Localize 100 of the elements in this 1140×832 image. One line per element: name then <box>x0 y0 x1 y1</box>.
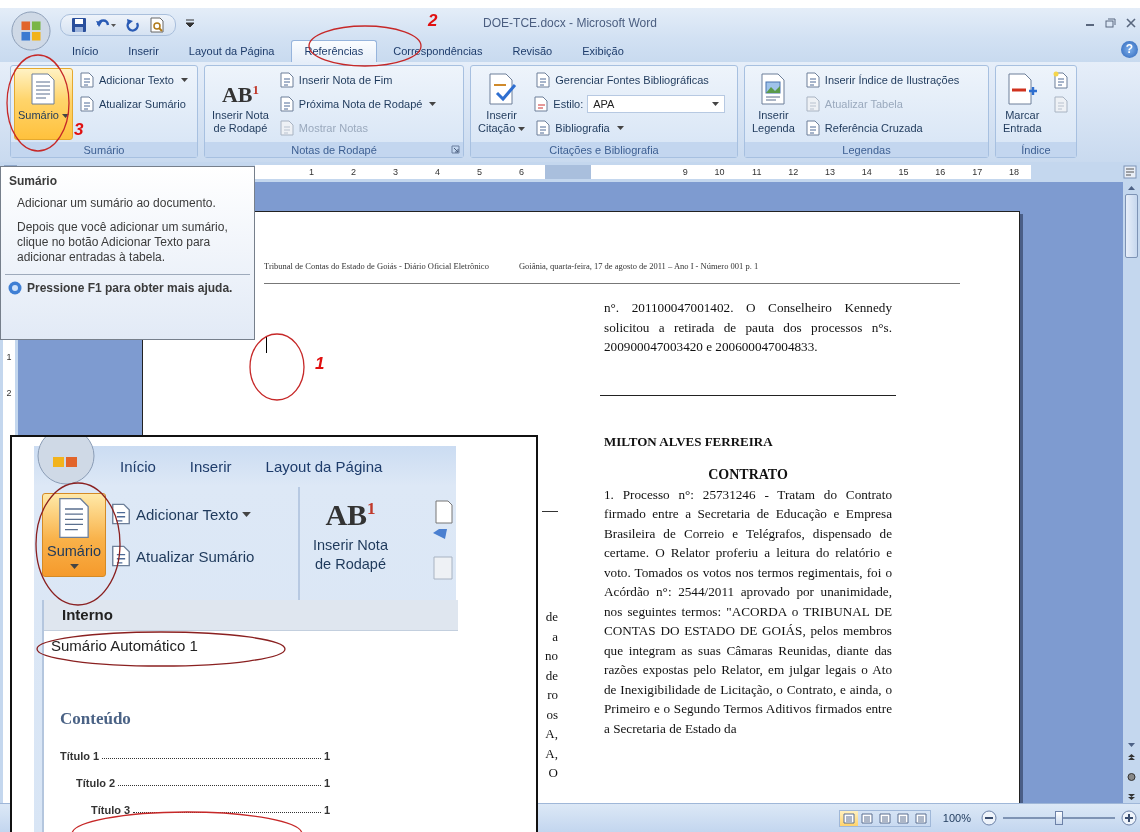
document-icon <box>110 545 132 567</box>
ribbon-tab[interactable]: Início <box>114 458 162 475</box>
group-label: Índice <box>1021 143 1051 156</box>
document-lines-icon <box>56 497 92 539</box>
document-minus-icon <box>1006 73 1039 105</box>
annotation-ellipse <box>249 333 305 401</box>
zoom-slider[interactable] <box>1003 811 1115 825</box>
annotation-number: 3 <box>74 120 84 140</box>
document-icon <box>533 96 550 112</box>
group-label: Sumário <box>83 143 125 156</box>
ribbon-button[interactable]: Referência Cruzada <box>802 120 962 136</box>
redo-icon[interactable] <box>125 17 141 33</box>
help-icon <box>8 281 22 295</box>
ribbon-button[interactable]: Adicionar Texto <box>110 503 255 525</box>
group-label: Citações e Bibliografia <box>549 143 659 156</box>
text-fragment: A, <box>544 725 558 743</box>
document-icon <box>278 72 295 88</box>
ribbon-button[interactable]: Inserir Índice de Ilustrações <box>802 72 962 88</box>
annotation-number: 1 <box>315 354 325 374</box>
ribbon-button[interactable]: Atualizar Sumário <box>110 545 255 567</box>
horizontal-ruler: 1 2 3 4 5 6 9 10 11 12 13 14 15 16 17 18 <box>255 165 1031 179</box>
section-title: CONTRATO <box>707 466 789 484</box>
caret-icon <box>712 102 720 106</box>
ribbon-button[interactable]: Bibliografia <box>533 120 726 136</box>
document-icon <box>278 96 295 112</box>
field-label: Estilo: <box>553 98 584 110</box>
tooltip-text: Adicionar um sumário ao documento. <box>17 196 217 211</box>
ribbon-button[interactable]: Inserir Legenda <box>748 68 799 140</box>
text-fragment: no <box>544 647 558 665</box>
ribbon-button[interactable]: Sumário <box>42 493 106 577</box>
document-icon <box>804 96 821 112</box>
ribbon-button[interactable]: AB$^{1}$ Inserir Nota de Rodapé <box>308 493 393 577</box>
ribbon-button[interactable]: Inserir Nota de Fim <box>276 72 439 88</box>
save-icon[interactable] <box>71 17 87 33</box>
style-dropdown[interactable]: APA <box>587 95 726 113</box>
paragraph: 1. Processo n°: 25731246 - Tratam do Contrato firmado entre a Secretaria de Educação e Empresa Brasileira de Correio e Telégrafos, dispensado de certame. O Relator proferiu a leitura do relatório e voto. Tomados os votos nos termos regimentais, foi o Acórdão n°: 2544/2011 aprovado por unanimidade, nos seguintes termos: "ACORDA o TRIBUNAL DE CONTAS DO ESTADO DE GOIÁS, pelos membros que integram as suas Câmaras Reunidas, diante das razões expostas pelo Relator, em julgar legais o Ato de Inexigibilidade de Licitação, o Contrato, e ainda, o Primeiro e o Segundo Termos Aditivos firmados entre a Secretaria de Estado da <box>604 485 892 738</box>
document-picture-icon <box>759 73 788 105</box>
ribbon-button[interactable]: Inserir Citação <box>474 68 530 140</box>
close-icon[interactable] <box>1126 18 1136 28</box>
zoom-out-icon[interactable] <box>981 810 997 826</box>
scroll-thumb[interactable] <box>1125 194 1138 258</box>
ribbon-tab[interactable]: Início <box>58 40 113 62</box>
text-fragment: A, <box>544 744 558 763</box>
document-icon <box>804 120 821 136</box>
page-header-text: Goiânia, quarta-feira, 17 de agosto de 2011 – Ano I - Número 001 p. 1 <box>518 261 759 271</box>
ribbon-button[interactable]: Marcar Entrada <box>999 68 1046 140</box>
document-icon <box>535 72 552 88</box>
document-icon <box>535 120 552 136</box>
ribbon-tab[interactable]: Inserir <box>183 458 238 475</box>
dialog-launcher-icon[interactable] <box>451 145 460 154</box>
page-header-text: Tribunal de Contas do Estado de Goiás - Diário Oficial Eletrônico <box>264 261 489 271</box>
group-label: Legendas <box>842 143 891 156</box>
text-fragment: ro <box>546 686 558 704</box>
text-fragment: O <box>547 764 558 782</box>
text-fragment: os <box>545 705 558 724</box>
toc-entry: Título 1 1 <box>60 749 330 762</box>
paragraph: n°. 201100047001402. O Conselheiro Kennedy solicitou a retirada de pauta dos processos n°s. 200900047003420 e 200600047004833. <box>604 299 892 356</box>
ribbon-tab[interactable]: Revisão <box>498 40 567 62</box>
ribbon-tab[interactable]: Layout da Página <box>174 40 289 62</box>
document-icon <box>804 72 821 88</box>
ribbon-tab[interactable]: Exibição <box>568 40 638 62</box>
group-label: Notas de Rodapé <box>291 143 377 156</box>
gallery-item[interactable]: Sumário Automático 1 <box>44 631 458 665</box>
ribbon-button[interactable]: AB$^{1}$ Inserir Nota de Rodapé <box>208 68 273 140</box>
view-button[interactable] <box>839 810 858 826</box>
text-fragment: de <box>544 666 558 685</box>
preview-heading: Conteúdo <box>60 709 132 729</box>
ribbon-button[interactable]: Atualizar Sumário <box>76 96 190 112</box>
zoom-level-text[interactable]: 100% <box>942 812 971 824</box>
ribbon-tab[interactable]: Layout da Página <box>259 458 389 475</box>
document-icon <box>1051 95 1070 113</box>
help-hint: Pressione F1 para obter mais ajuda. <box>27 281 233 295</box>
text-cursor <box>266 336 267 353</box>
vertical-scrollbar[interactable] <box>1123 182 1140 803</box>
ribbon-tab[interactable]: Inserir <box>114 40 173 62</box>
ribbon-button[interactable]: Gerenciar Fontes Bibliográficas <box>533 72 726 88</box>
ribbon-button[interactable]: Adicionar Texto <box>76 72 190 88</box>
ribbon-button[interactable]: Sumário <box>14 68 73 140</box>
document-icon <box>78 96 95 112</box>
document-icon <box>1051 71 1070 89</box>
ribbon-button[interactable]: Próxima Nota de Rodapé <box>276 96 439 112</box>
document-icon <box>78 72 95 88</box>
document-icon <box>278 120 295 136</box>
document-lines-icon <box>29 73 58 105</box>
zoom-in-icon[interactable] <box>1121 810 1137 826</box>
toc-entry: Título 3 1 <box>90 803 330 816</box>
print-preview-icon[interactable] <box>149 17 165 33</box>
customize-caret-icon[interactable] <box>186 19 194 27</box>
annotation-number: 2 <box>428 11 438 31</box>
text-fragment: a <box>551 627 558 646</box>
document-check-icon <box>486 73 517 105</box>
gallery-section-header: Interno <box>44 600 458 631</box>
section-heading: MILTON ALVES FERREIRA <box>604 432 774 451</box>
restore-icon[interactable] <box>1105 18 1116 28</box>
view-ruler-icon[interactable] <box>1123 165 1137 179</box>
tooltip-text: Depois que você adicionar um sumário, clique no botão Adicionar Texto para adicionar entradas à tabela. <box>17 220 229 265</box>
text-fragment: de <box>544 608 558 626</box>
window-title: DOE-TCE.docx - Microsoft Word <box>483 16 657 30</box>
document-icon <box>110 503 132 525</box>
toc-entry: Título 2 1 <box>75 776 330 789</box>
